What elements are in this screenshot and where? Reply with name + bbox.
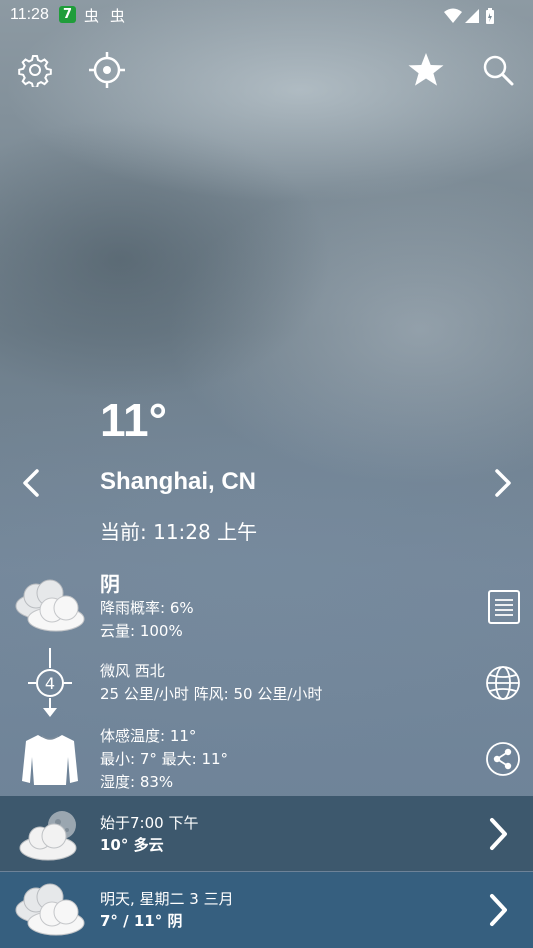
partly-cloudy-night-icon [16,810,84,866]
conditions-block: 阴 降雨概率: 6% 云量: 100% [100,571,194,643]
current-time-label: 当前: 11:28 上午 [100,520,258,544]
location-crosshair-icon [89,52,125,88]
forecast-summary: 7° / 11° 阴 [100,912,183,930]
star-icon [408,53,444,86]
locate-button[interactable] [87,50,127,90]
next-location-button[interactable] [482,463,522,503]
forecast-row-tonight[interactable]: 始于7:00 下午 10° 多云 [0,796,533,871]
cloud-cover: 云量: 100% [100,622,183,640]
wind-description: 微风 西北 [100,662,165,680]
favorite-button[interactable] [406,50,446,90]
comfort-block: 体感温度: 11° 最小: 7° 最大: 11° 湿度: 83% [100,725,228,794]
forecast-time: 始于7:00 下午 [100,814,199,832]
document-icon [488,590,520,624]
cloudy-icon [12,882,86,942]
bug-notification-icon: 虫 [84,7,100,25]
signal-icon [465,9,479,23]
chevron-right-icon [486,892,510,932]
details-button[interactable] [484,587,524,627]
gear-icon [18,55,52,87]
humidity: 湿度: 83% [100,773,174,791]
chevron-left-icon [23,469,39,497]
current-temperature: 11° [100,394,168,446]
cloudy-icon [12,578,86,638]
chevron-right-icon [495,469,511,497]
chevron-right-icon [486,816,510,856]
share-icon [486,742,520,776]
clothing-icon [20,733,80,791]
share-button[interactable] [483,739,523,779]
globe-icon [486,666,520,700]
battery-icon [486,8,494,24]
forecast-row-tomorrow[interactable]: 明天, 星期二 3 三月 7° / 11° 阴 [0,872,533,948]
previous-location-button[interactable] [12,463,52,503]
min-max-temp: 最小: 7° 最大: 11° [100,750,229,768]
bug-notification-icon: 虫 [110,7,126,25]
search-icon [483,55,514,86]
notification-badge: 7 [59,6,76,23]
forecast-date: 明天, 星期二 3 三月 [100,890,234,908]
condition-title: 阴 [100,572,120,596]
status-time: 11:28 [10,6,49,23]
search-button[interactable] [478,50,518,90]
feels-like: 体感温度: 11° [100,727,197,745]
wind-direction-icon: 4 [24,646,76,722]
city-name: Shanghai, CN [100,468,257,495]
precip-chance: 降雨概率: 6% [100,599,194,617]
status-bar: 11:28 7 虫 虫 [0,0,533,30]
map-button[interactable] [483,663,523,703]
wind-detail: 25 公里/小时 阵风: 50 公里/小时 [100,685,323,703]
system-icons [443,7,503,29]
wind-speed-badge: 4 [45,674,55,693]
wifi-icon [444,8,462,23]
forecast-summary: 10° 多云 [100,836,164,854]
wind-block: 微风 西北 25 公里/小时 阵风: 50 公里/小时 [100,660,322,706]
settings-button[interactable] [15,50,55,90]
